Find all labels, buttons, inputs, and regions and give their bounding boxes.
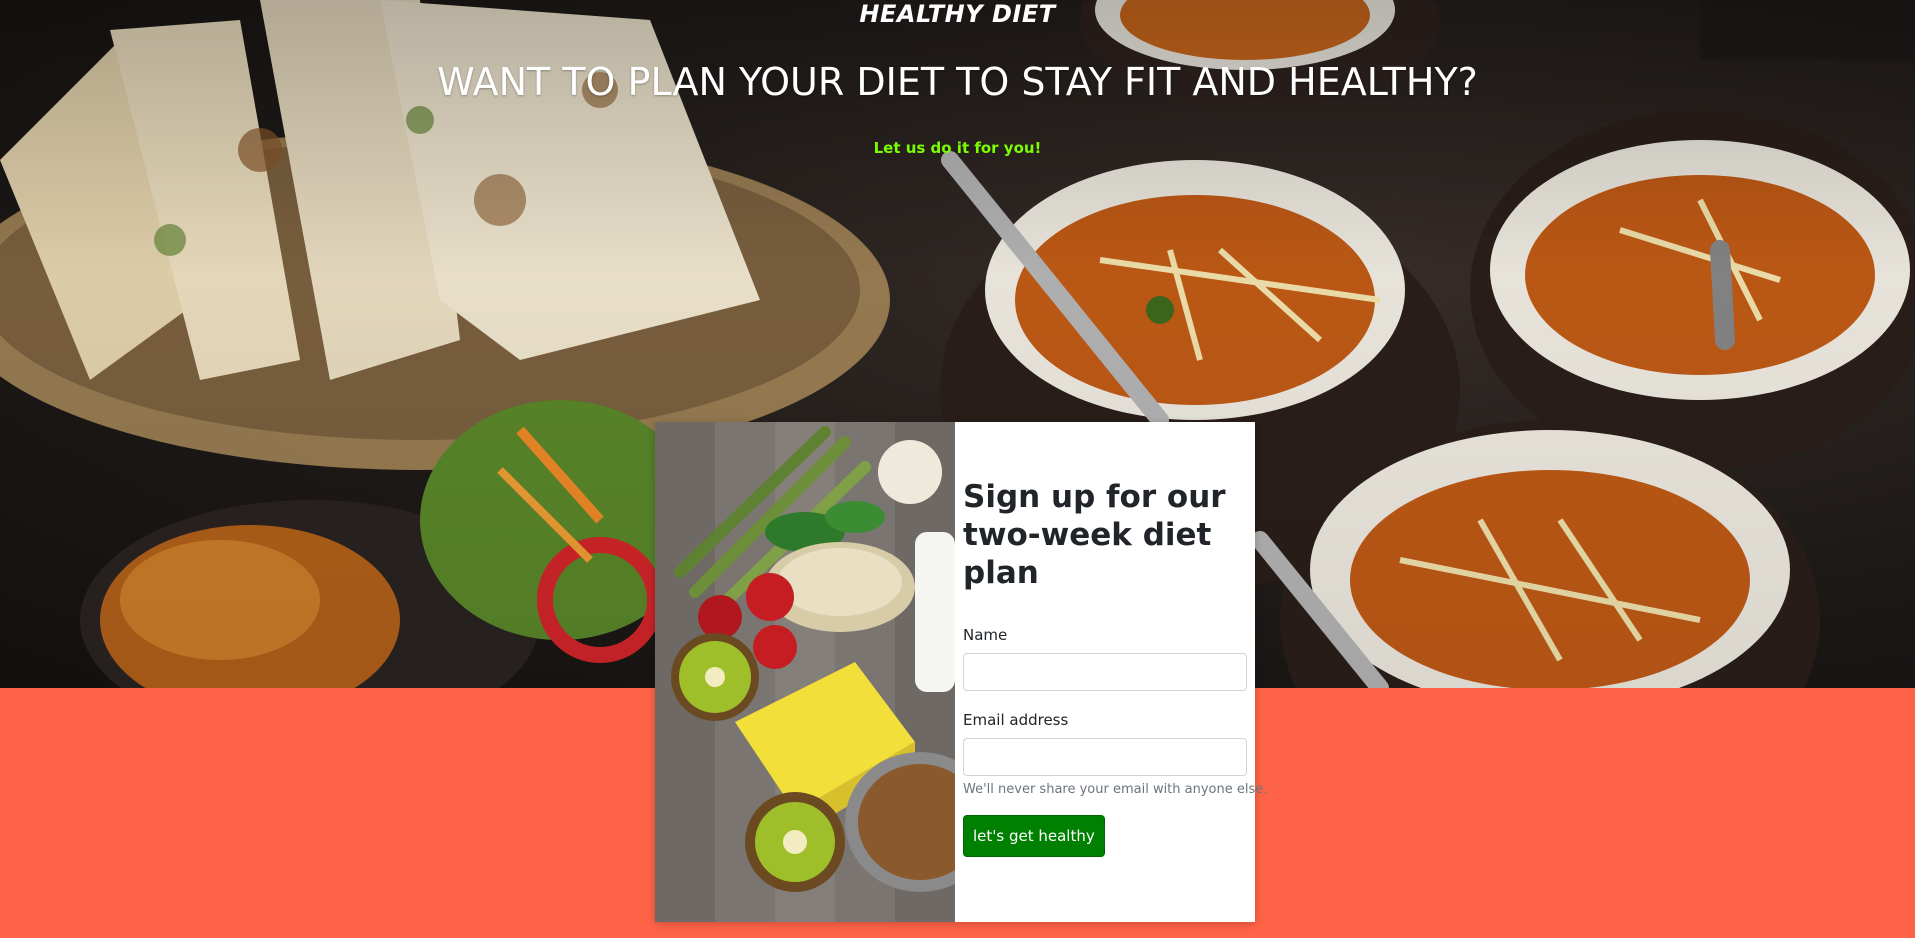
brand-logo-text: HEALTHY DIET <box>859 0 1056 28</box>
email-label: Email address <box>963 711 1069 729</box>
name-label: Name <box>963 626 1008 644</box>
signup-title: Sign up for our two-week diet plan <box>963 479 1226 591</box>
email-input[interactable] <box>963 738 1247 776</box>
hero-headline: WANT TO PLAN YOUR DIET TO STAY FIT AND H… <box>437 60 1478 104</box>
signup-form-panel: Sign up for our two-week diet plan Name … <box>955 422 1268 922</box>
signup-card: Sign up for our two-week diet plan Name … <box>655 422 1268 922</box>
vegetables-illustration <box>655 422 955 922</box>
card-food-image <box>655 422 955 922</box>
name-input[interactable] <box>963 653 1247 691</box>
submit-button[interactable]: let's get healthy <box>963 815 1105 857</box>
hero-tagline: Let us do it for you! <box>873 139 1042 157</box>
signup-form: Name Email address We'll never share you… <box>963 626 1268 857</box>
email-help-text: We'll never share your email with anyone… <box>963 782 1268 797</box>
